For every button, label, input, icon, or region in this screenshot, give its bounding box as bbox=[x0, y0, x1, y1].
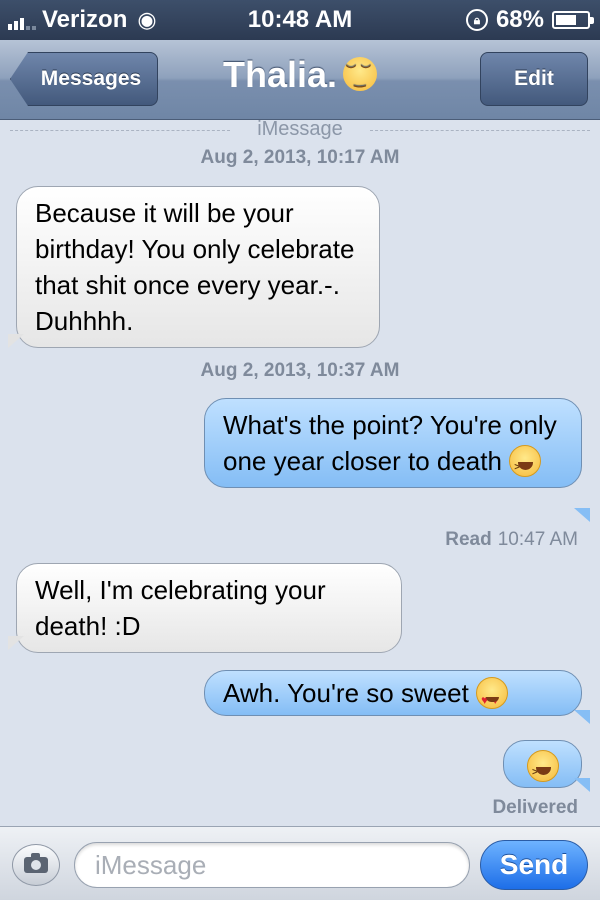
message-text: What's the point? You're only one year c… bbox=[223, 410, 557, 476]
outgoing-message-bubble[interactable]: What's the point? You're only one year c… bbox=[204, 398, 582, 489]
bubble-tail bbox=[574, 710, 590, 724]
battery-percent: 68% bbox=[495, 6, 544, 33]
message-text: Well, I'm celebrating your death! :D bbox=[35, 575, 326, 641]
service-divider: iMessage bbox=[0, 118, 600, 141]
bubble-tail bbox=[574, 508, 590, 522]
bubble-tail bbox=[574, 778, 590, 792]
status-right: 🔒︎ 68% bbox=[465, 6, 594, 34]
message-input-bar: Send bbox=[0, 826, 600, 900]
camera-button[interactable] bbox=[12, 844, 60, 886]
rotation-lock-icon: 🔒︎ bbox=[465, 9, 488, 31]
send-button[interactable]: Send bbox=[480, 840, 588, 890]
message-text: Awh. You're so sweet bbox=[223, 678, 469, 708]
edit-button-label: Edit bbox=[514, 67, 554, 90]
incoming-message-bubble[interactable]: Well, I'm celebrating your death! :D bbox=[16, 563, 402, 653]
outgoing-message-bubble[interactable]: Awh. You're so sweet bbox=[204, 670, 582, 718]
nav-bar: Messages Thalia. Edit bbox=[0, 40, 600, 120]
send-button-label: Send bbox=[499, 849, 569, 880]
laughing-tears-icon bbox=[509, 445, 542, 486]
timestamp: Aug 2, 2013, 10:17 AM bbox=[200, 147, 400, 168]
incoming-message-bubble[interactable]: Because it will be your birthday! You on… bbox=[16, 186, 380, 348]
timestamp: Aug 2, 2013, 10:37 AM bbox=[200, 360, 400, 381]
bubble-tail bbox=[8, 334, 24, 348]
read-label: Read bbox=[445, 529, 492, 550]
delivered-status: Delivered bbox=[492, 797, 578, 818]
message-text: Because it will be your birthday! You on… bbox=[35, 198, 355, 336]
bubble-tail bbox=[8, 636, 24, 650]
read-time: 10:47 AM bbox=[497, 529, 578, 550]
status-bar: Verizon ◉ 10:48 AM 🔒︎ 68% bbox=[0, 0, 600, 40]
service-label: iMessage bbox=[257, 118, 343, 140]
heart-eyes-icon bbox=[476, 677, 509, 718]
read-receipt: Read 10:47 AM bbox=[445, 529, 578, 551]
battery-icon bbox=[552, 11, 594, 29]
message-input[interactable] bbox=[74, 842, 470, 888]
blush-smile-icon bbox=[343, 57, 378, 92]
contact-name: Thalia. bbox=[222, 54, 338, 95]
edit-button[interactable]: Edit bbox=[480, 52, 588, 106]
outgoing-message-bubble[interactable] bbox=[503, 740, 582, 791]
laughing-tears-icon bbox=[527, 750, 559, 791]
camera-icon bbox=[24, 853, 48, 873]
